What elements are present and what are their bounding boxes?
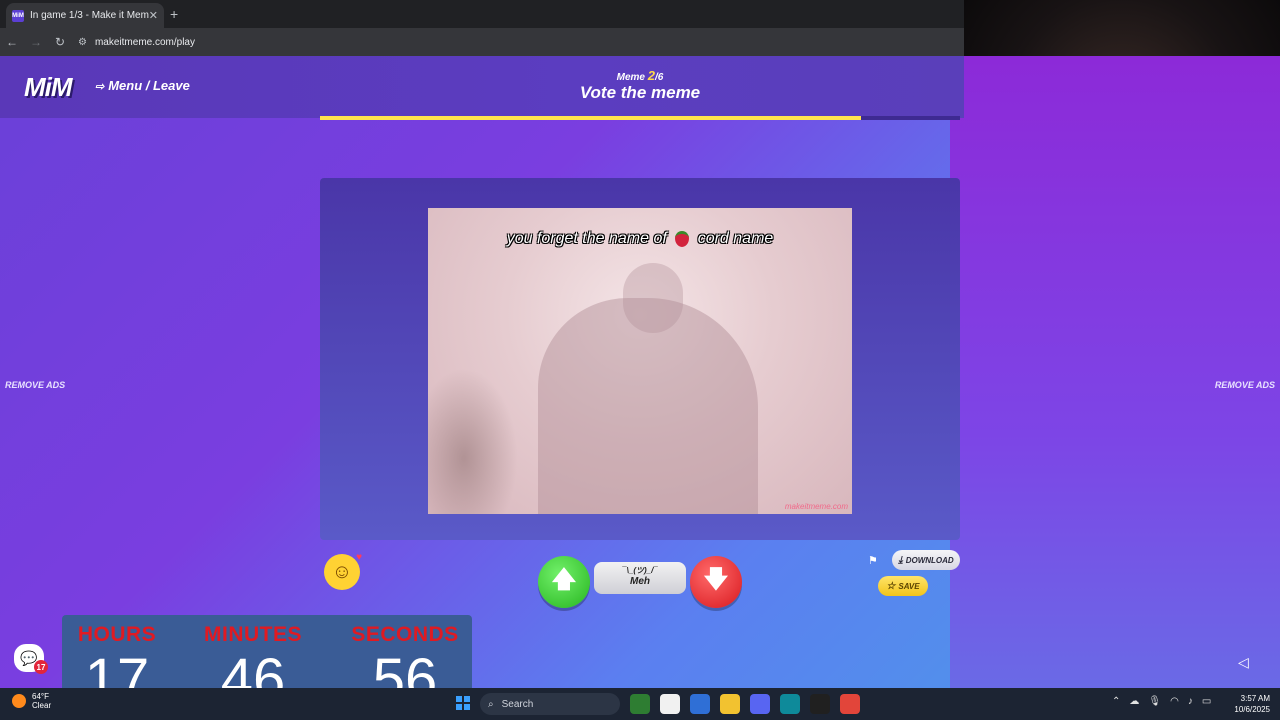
- right-gradient: [950, 56, 1280, 688]
- taskbar-search-label: Search: [501, 698, 534, 710]
- game-page: MiM ⇨ Menu / Leave Meme 2/6 Vote the meme…: [0, 56, 1280, 688]
- meh-button[interactable]: ¯\_(ツ)_/¯ Meh: [594, 562, 686, 594]
- file-explorer-icon[interactable]: [720, 694, 740, 714]
- back-icon[interactable]: ←: [0, 35, 24, 49]
- downvote-button[interactable]: 🡇: [690, 556, 742, 608]
- widget-icon[interactable]: [630, 694, 650, 714]
- meme-watermark: makeitmeme.com: [784, 502, 848, 511]
- site-logo[interactable]: MiM: [24, 72, 73, 103]
- search-icon: ⌕: [488, 698, 494, 710]
- save-button[interactable]: ☆ SAVE: [878, 576, 928, 596]
- meme-caption-end: cord name: [697, 230, 774, 247]
- chat-badge: 17: [34, 660, 48, 674]
- meme-caption: you forget the name of cord name: [428, 230, 852, 248]
- meme-counter: Meme 2/6: [540, 68, 740, 83]
- round-progress-fill: [320, 116, 861, 120]
- meme-total: /6: [655, 72, 664, 83]
- url-field[interactable]: ⚙ makeitmeme.com/play: [78, 32, 195, 52]
- meme-image: you forget the name of cord name makeitm…: [428, 208, 852, 514]
- save-label: SAVE: [898, 581, 920, 591]
- phase-title: Vote the meme: [579, 83, 701, 102]
- obs-icon[interactable]: [810, 694, 830, 714]
- round-progress-bar: [320, 116, 960, 120]
- taskbar-apps: [630, 694, 870, 714]
- reload-icon[interactable]: ↻: [48, 35, 72, 49]
- site-favicon: MiM: [12, 9, 24, 22]
- report-flag-icon[interactable]: ⚑: [868, 554, 878, 567]
- tab-title: In game 1/3 - Make it Meme: [30, 10, 149, 21]
- meme-card: you forget the name of cord name makeitm…: [320, 178, 960, 540]
- store-icon[interactable]: [690, 694, 710, 714]
- browser-tab[interactable]: MiM In game 1/3 - Make it Meme ✕: [6, 3, 164, 28]
- new-tab-icon[interactable]: +: [170, 6, 178, 22]
- browser-tab-bar: MiM In game 1/3 - Make it Meme ✕ +: [0, 0, 964, 28]
- chat-button[interactable]: 💬 17: [14, 644, 48, 674]
- weather-temp: 64°F: [32, 692, 49, 701]
- seconds-label: SECONDS: [351, 623, 459, 646]
- smiley-icon: ☺: [331, 560, 353, 583]
- game-header: MiM ⇨ Menu / Leave Meme 2/6 Vote the meme: [0, 56, 964, 118]
- discord-icon[interactable]: [750, 694, 770, 714]
- volume-icon[interactable]: ♪: [1188, 696, 1193, 707]
- meme-counter-label: Meme: [616, 72, 645, 83]
- remove-ads-left[interactable]: REMOVE ADS: [5, 380, 65, 390]
- minutes-label: MINUTES: [204, 623, 302, 646]
- chrome-icon[interactable]: [840, 694, 860, 714]
- taskbar: 64°F Clear ⌕ Search ⌃ ☁ 🎙 ◠ ♪ ▭ 3:57 AM …: [0, 688, 1280, 720]
- download-button[interactable]: ⤓ DOWNLOAD: [892, 550, 960, 570]
- shrug-emoticon: ¯\_(ツ)_/¯: [622, 566, 658, 575]
- mic-icon[interactable]: 🎙: [1148, 696, 1161, 707]
- taskbar-clock[interactable]: 3:57 AM 10/6/2025: [1222, 693, 1270, 715]
- download-label: DOWNLOAD: [905, 555, 954, 565]
- forward-icon[interactable]: →: [24, 35, 48, 49]
- arrow-down-icon: 🡇: [703, 565, 729, 593]
- address-bar: ← → ↻ ⚙ makeitmeme.com/play: [0, 28, 964, 56]
- clock-time: 3:57 AM: [1240, 694, 1270, 703]
- reaction-emoji-button[interactable]: ☺ ♥: [324, 552, 362, 590]
- system-tray: ⌃ ☁ 🎙 ◠ ♪ ▭: [1112, 696, 1220, 707]
- leave-icon: ⇨: [95, 81, 105, 93]
- heart-icon: ♥: [356, 552, 362, 563]
- site-info-icon[interactable]: ⚙: [78, 37, 87, 48]
- sound-toggle-icon[interactable]: ◁: [1238, 654, 1249, 671]
- taskbar-search[interactable]: ⌕ Search: [480, 693, 620, 715]
- upvote-button[interactable]: 🡅: [538, 556, 590, 608]
- meme-current: 2: [647, 68, 656, 83]
- close-tab-icon[interactable]: ✕: [149, 9, 158, 22]
- star-icon: ☆: [886, 580, 896, 592]
- strawberry-icon: [675, 230, 690, 247]
- weather-widget[interactable]: 64°F Clear: [12, 692, 51, 710]
- cloud-icon[interactable]: ☁: [1129, 696, 1139, 707]
- meme-figure: [538, 298, 758, 514]
- meh-label: Meh: [630, 576, 650, 587]
- wifi-icon[interactable]: ◠: [1170, 696, 1179, 707]
- start-menu-icon[interactable]: [456, 696, 470, 710]
- menu-leave-label: Menu / Leave: [108, 78, 190, 93]
- remove-ads-right[interactable]: REMOVE ADS: [1215, 380, 1275, 390]
- battery-icon[interactable]: ▭: [1202, 696, 1211, 707]
- weather-sun-icon: [12, 694, 26, 708]
- task-view-icon[interactable]: [660, 694, 680, 714]
- clock-date: 10/6/2025: [1234, 705, 1270, 714]
- url-text: makeitmeme.com/play: [94, 36, 195, 48]
- round-info: Meme 2/6 Vote the meme: [540, 68, 740, 103]
- hours-label: HOURS: [77, 623, 157, 646]
- weather-condition: Clear: [32, 701, 52, 710]
- menu-leave-button[interactable]: ⇨ Menu / Leave: [95, 78, 190, 93]
- tray-chevron-icon[interactable]: ⌃: [1112, 696, 1120, 707]
- arrow-up-icon: 🡅: [551, 565, 577, 593]
- meme-trees: [428, 368, 518, 514]
- meme-caption-start: you forget the name of: [506, 230, 667, 247]
- download-icon: ⤓: [898, 554, 903, 566]
- edge-icon[interactable]: [780, 694, 800, 714]
